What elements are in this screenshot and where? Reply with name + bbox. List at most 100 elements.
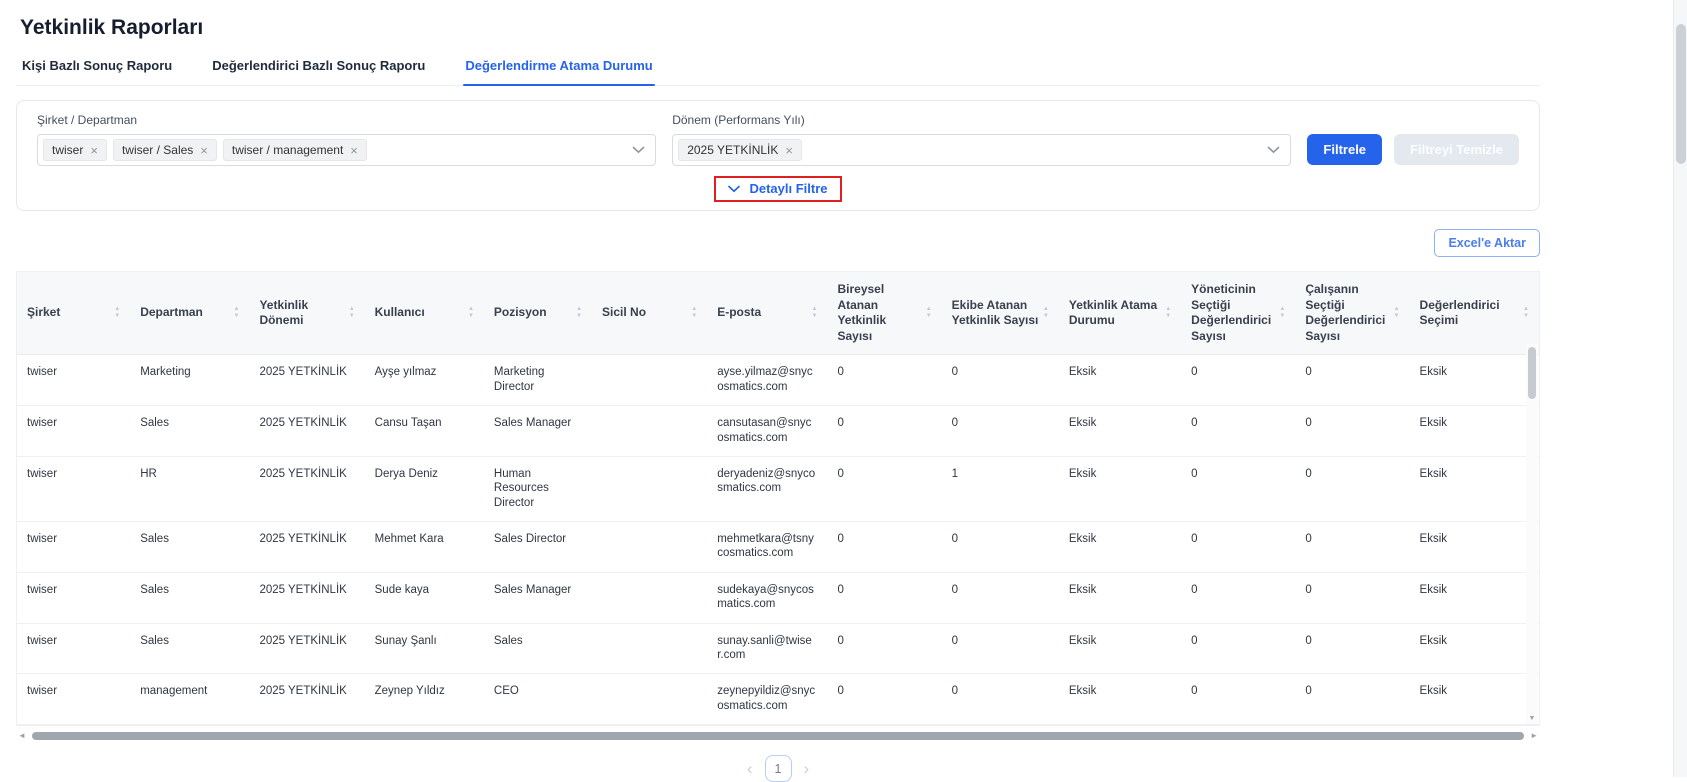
tab-degerlendirici-bazli-sonuc-raporu[interactable]: Değerlendirici Bazlı Sonuç Raporu: [210, 58, 427, 85]
table-horizontal-scrollbar[interactable]: ◄ ►: [16, 729, 1540, 743]
table-cell: sunay.sanli@twiser.com: [707, 623, 827, 674]
table-cell: Mehmet Kara: [365, 522, 484, 573]
table-cell: Derya Deniz: [365, 456, 484, 521]
sort-icon: ▲▼: [1279, 306, 1287, 320]
table-cell: 2025 YETKİNLİK: [249, 406, 364, 457]
remove-tag-icon[interactable]: ×: [785, 144, 793, 157]
filter-button[interactable]: Filtrele: [1307, 134, 1382, 165]
table-toolbar: Excel'e Aktar: [16, 229, 1540, 257]
filter-tag: twiser / Sales×: [113, 139, 217, 161]
column-header-label: Yetkinlik Dönemi: [259, 298, 344, 329]
company-department-select[interactable]: twiser×twiser / Sales×twiser / managemen…: [37, 134, 656, 166]
table-cell: 0: [1295, 406, 1409, 457]
remove-tag-icon[interactable]: ×: [90, 144, 98, 157]
table-cell: Eksik: [1410, 522, 1539, 573]
table-container: Şirket▲▼Departman▲▼Yetkinlik Dönemi▲▼Kul…: [16, 271, 1540, 726]
page-vertical-scrollbar[interactable]: [1673, 0, 1687, 777]
table-cell: Eksik: [1059, 623, 1181, 674]
column-header-label: Yöneticinin Seçtiği Değerlendirici Sayıs…: [1191, 282, 1275, 344]
table-cell: 0: [827, 456, 941, 521]
table-cell: Eksik: [1410, 572, 1539, 623]
table-cell: ayse.yilmaz@snycosmatics.com: [707, 355, 827, 406]
column-header[interactable]: Yetkinlik Dönemi▲▼: [249, 272, 364, 355]
filter-tag: twiser / management×: [223, 139, 367, 161]
column-header[interactable]: Departman▲▼: [130, 272, 249, 355]
detailed-filter-link[interactable]: Detaylı Filtre: [728, 181, 827, 196]
column-header[interactable]: Yöneticinin Seçtiği Değerlendirici Sayıs…: [1181, 272, 1295, 355]
table-cell: Sales: [130, 572, 249, 623]
table-cell: 0: [827, 406, 941, 457]
column-header-label: E-posta: [717, 305, 761, 321]
scroll-right-icon[interactable]: ►: [1530, 732, 1538, 740]
page-title: Yetkinlik Raporları: [20, 16, 1540, 40]
filter-tag-label: twiser: [52, 143, 83, 157]
column-header[interactable]: Sicil No ▲▼: [592, 272, 707, 355]
table-cell: 0: [942, 623, 1059, 674]
period-tags: 2025 YETKİNLİK×: [678, 139, 802, 161]
next-page-icon[interactable]: ›: [804, 760, 810, 777]
table-cell: Marketing: [130, 355, 249, 406]
export-excel-button[interactable]: Excel'e Aktar: [1434, 229, 1540, 257]
table-vertical-scrollbar[interactable]: ▼: [1526, 344, 1538, 724]
tab-degerlendirme-atama-durumu[interactable]: Değerlendirme Atama Durumu: [463, 58, 654, 85]
column-header[interactable]: Pozisyon▲▼: [484, 272, 592, 355]
page-1-button[interactable]: 1: [765, 755, 792, 782]
column-header[interactable]: Değerlendirici Seçimi▲▼: [1410, 272, 1539, 355]
table-cell: 0: [1181, 355, 1295, 406]
sort-icon: ▲▼: [691, 306, 699, 320]
table-row: twiserSales2025 YETKİNLİKSude kayaSales …: [17, 572, 1539, 623]
table-cell: Cansu Taşan: [365, 406, 484, 457]
table-cell: [592, 456, 707, 521]
vertical-scrollbar-thumb[interactable]: [1528, 347, 1536, 399]
column-header-label: Sicil No: [602, 305, 646, 321]
column-header[interactable]: Ekibe Atanan Yetkinlik Sayısı▲▼: [942, 272, 1059, 355]
table-cell: Sales Manager: [484, 406, 592, 457]
table-cell: twiser: [17, 406, 130, 457]
table-cell: mehmetkara@tsnycosmatics.com: [707, 522, 827, 573]
table-cell: zeynepyildiz@snycosmatics.com: [707, 674, 827, 725]
table-cell: CEO: [484, 674, 592, 725]
horizontal-scrollbar-thumb[interactable]: [32, 732, 1524, 740]
pagination: ‹ 1 ›: [16, 755, 1540, 782]
table-cell: 0: [1295, 674, 1409, 725]
column-header[interactable]: Şirket▲▼: [17, 272, 130, 355]
remove-tag-icon[interactable]: ×: [200, 144, 208, 157]
table-cell: Sales Director: [484, 522, 592, 573]
table-cell: 2025 YETKİNLİK: [249, 674, 364, 725]
table-cell: [592, 572, 707, 623]
table-cell: 0: [1181, 674, 1295, 725]
period-label: Dönem (Performans Yılı): [672, 113, 1291, 127]
table-cell: Eksik: [1059, 572, 1181, 623]
table-body: twiserMarketing2025 YETKİNLİKAyşe yılmaz…: [17, 355, 1539, 725]
chevron-down-icon: [632, 146, 645, 154]
scroll-left-icon[interactable]: ◄: [18, 732, 26, 740]
clear-filter-button[interactable]: Filtreyi Temizle: [1394, 134, 1519, 165]
table-header-row: Şirket▲▼Departman▲▼Yetkinlik Dönemi▲▼Kul…: [17, 272, 1539, 355]
column-header[interactable]: Çalışanın Seçtiği Değerlendirici Sayısı▲…: [1295, 272, 1409, 355]
table-cell: 2025 YETKİNLİK: [249, 623, 364, 674]
table-cell: [592, 674, 707, 725]
period-select[interactable]: 2025 YETKİNLİK×: [672, 134, 1291, 166]
table-cell: 0: [827, 522, 941, 573]
remove-tag-icon[interactable]: ×: [350, 144, 358, 157]
table-cell: 0: [827, 572, 941, 623]
table-cell: twiser: [17, 456, 130, 521]
table-cell: Eksik: [1059, 406, 1181, 457]
column-header-label: Çalışanın Seçtiği Değerlendirici Sayısı: [1305, 282, 1389, 344]
column-header[interactable]: E-posta▲▼: [707, 272, 827, 355]
previous-page-icon[interactable]: ‹: [747, 760, 753, 777]
table-cell: Eksik: [1410, 355, 1539, 406]
column-header[interactable]: Bireysel Atanan Yetkinlik Sayısı▲▼: [827, 272, 941, 355]
column-header-label: Pozisyon: [494, 305, 547, 321]
table-cell: HR: [130, 456, 249, 521]
tab-kisi-bazli-sonuc-raporu[interactable]: Kişi Bazlı Sonuç Raporu: [20, 58, 174, 85]
column-header[interactable]: Kullanıcı▲▼: [365, 272, 484, 355]
page-scrollbar-thumb[interactable]: [1676, 24, 1686, 164]
table-cell: 0: [827, 623, 941, 674]
column-header[interactable]: Yetkinlik Atama Durumu▲▼: [1059, 272, 1181, 355]
table-cell: Eksik: [1410, 674, 1539, 725]
scroll-down-icon[interactable]: ▼: [1529, 715, 1536, 724]
table-cell: management: [130, 674, 249, 725]
table-cell: 0: [1181, 456, 1295, 521]
table-cell: deryadeniz@snycosmatics.com: [707, 456, 827, 521]
